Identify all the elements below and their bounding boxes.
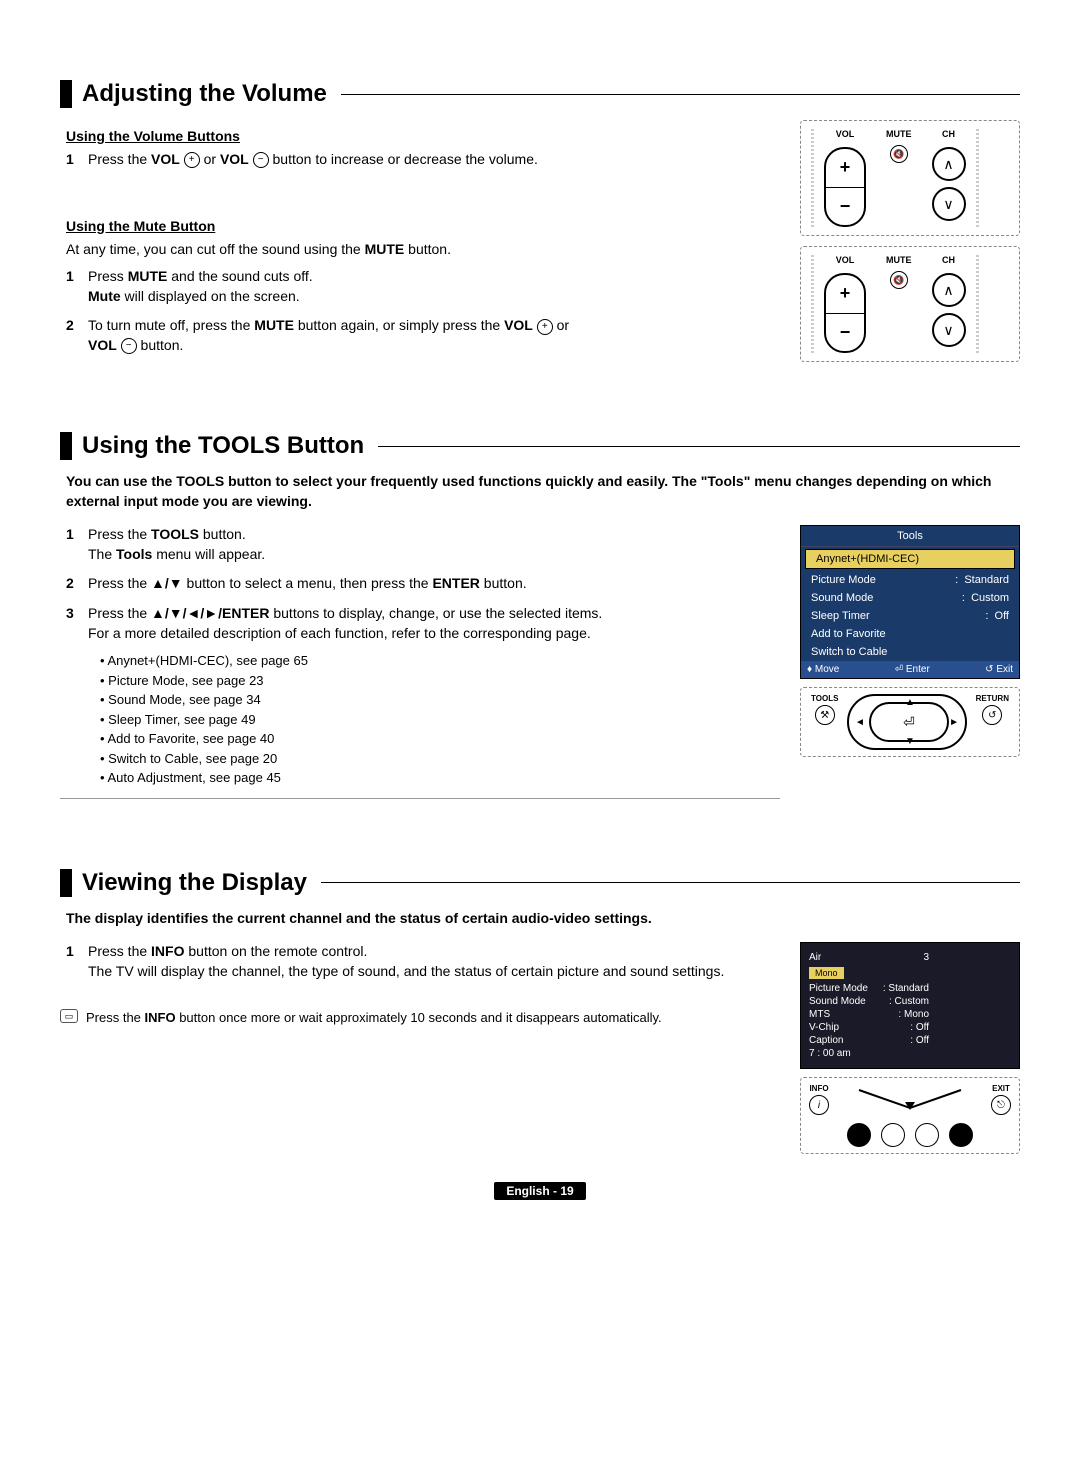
minus-icon: − [253, 152, 269, 168]
vol-down-button[interactable]: − [826, 314, 864, 352]
step-text: Press the TOOLS button. The Tools menu w… [88, 525, 780, 564]
tools-title: Using the TOOLS Button [82, 432, 364, 460]
step-text: Press the ▲/▼/◄/►/ENTER buttons to displ… [88, 604, 780, 788]
step-number: 1 [66, 942, 88, 981]
step-number: 3 [66, 604, 88, 788]
mute-icon[interactable]: 🔇 [890, 145, 908, 163]
ch-up-button[interactable]: ∧ [932, 273, 966, 307]
display-intro: The display identifies the current chann… [66, 909, 1014, 929]
info-osd: Air3 Mono Picture Mode: Standard Sound M… [800, 942, 1020, 1069]
section-header-volume: Adjusting the Volume [60, 80, 1020, 108]
ch-down-button[interactable]: ∨ [932, 187, 966, 221]
v-divider-icon [855, 1088, 965, 1112]
vol-up-button[interactable]: + [826, 275, 864, 314]
section-header-display: Viewing the Display [60, 869, 1020, 897]
tools-button[interactable]: ⚒ [815, 705, 835, 725]
tools-intro: You can use the TOOLS button to select y… [66, 472, 1014, 511]
dpad[interactable]: ◄ ⏎ ► ▲ ▼ [847, 694, 967, 750]
osd-row-selected[interactable]: Anynet+(HDMI-CEC) [805, 549, 1015, 569]
osd-row[interactable]: Sound Mode: Custom [801, 589, 1019, 607]
color-button[interactable] [915, 1123, 939, 1147]
info-remote-figure: INFO i EXIT ⎋ [800, 1077, 1020, 1154]
mute-subhead: Using the Mute Button [66, 218, 780, 234]
step-text: To turn mute off, press the MUTE button … [88, 316, 780, 355]
exit-button[interactable]: ⎋ [991, 1095, 1011, 1115]
dpad-figure: TOOLS ⚒ ◄ ⏎ ► ▲ ▼ RETURN ↺ [800, 687, 1020, 757]
plus-icon: + [184, 152, 200, 168]
section-header-tools: Using the TOOLS Button [60, 432, 1020, 460]
step-number: 2 [66, 574, 88, 594]
vol-down-button[interactable]: − [826, 188, 864, 226]
tools-osd: Tools Anynet+(HDMI-CEC) Picture Mode: St… [800, 525, 1020, 679]
step-text: Press the ▲/▼ button to select a menu, t… [88, 574, 780, 594]
return-button[interactable]: ↺ [982, 705, 1002, 725]
step-number: 2 [66, 316, 88, 355]
minus-icon: − [121, 338, 137, 354]
step-text: Press the INFO button on the remote cont… [88, 942, 780, 981]
info-button[interactable]: i [809, 1095, 829, 1115]
step-number: 1 [66, 267, 88, 306]
step-number: 1 [66, 525, 88, 564]
tools-bullets: • Anynet+(HDMI-CEC), see page 65 • Pictu… [88, 651, 780, 788]
step-text: Press MUTE and the sound cuts off. Mute … [88, 267, 780, 306]
note-icon: ▭ [60, 1009, 78, 1023]
page-footer: English - 19 [60, 1184, 1020, 1198]
color-button[interactable] [847, 1123, 871, 1147]
color-button[interactable] [881, 1123, 905, 1147]
mute-icon[interactable]: 🔇 [890, 271, 908, 289]
display-title: Viewing the Display [82, 869, 307, 897]
color-button[interactable] [949, 1123, 973, 1147]
info-note: ▭ Press the INFO button once more or wai… [60, 1009, 780, 1027]
osd-row[interactable]: Sleep Timer: Off [801, 607, 1019, 625]
ch-up-button[interactable]: ∧ [932, 147, 966, 181]
remote-figure-vol-1: VOL + − MUTE 🔇 CH ∧ ∨ [800, 120, 1020, 236]
volume-subhead-1: Using the Volume Buttons [66, 128, 780, 144]
ch-down-button[interactable]: ∨ [932, 313, 966, 347]
plus-icon: + [537, 319, 553, 335]
osd-row[interactable]: Add to Favorite [801, 625, 1019, 643]
remote-figure-vol-2: VOL + − MUTE 🔇 CH ∧ ∨ [800, 246, 1020, 362]
step-text: Press the VOL + or VOL − button to incre… [88, 150, 780, 170]
vol-up-button[interactable]: + [826, 149, 864, 188]
osd-row[interactable]: Picture Mode: Standard [801, 571, 1019, 589]
step-number: 1 [66, 150, 88, 170]
volume-title: Adjusting the Volume [82, 80, 327, 108]
osd-row[interactable]: Switch to Cable [801, 643, 1019, 661]
mute-intro: At any time, you can cut off the sound u… [60, 240, 780, 260]
